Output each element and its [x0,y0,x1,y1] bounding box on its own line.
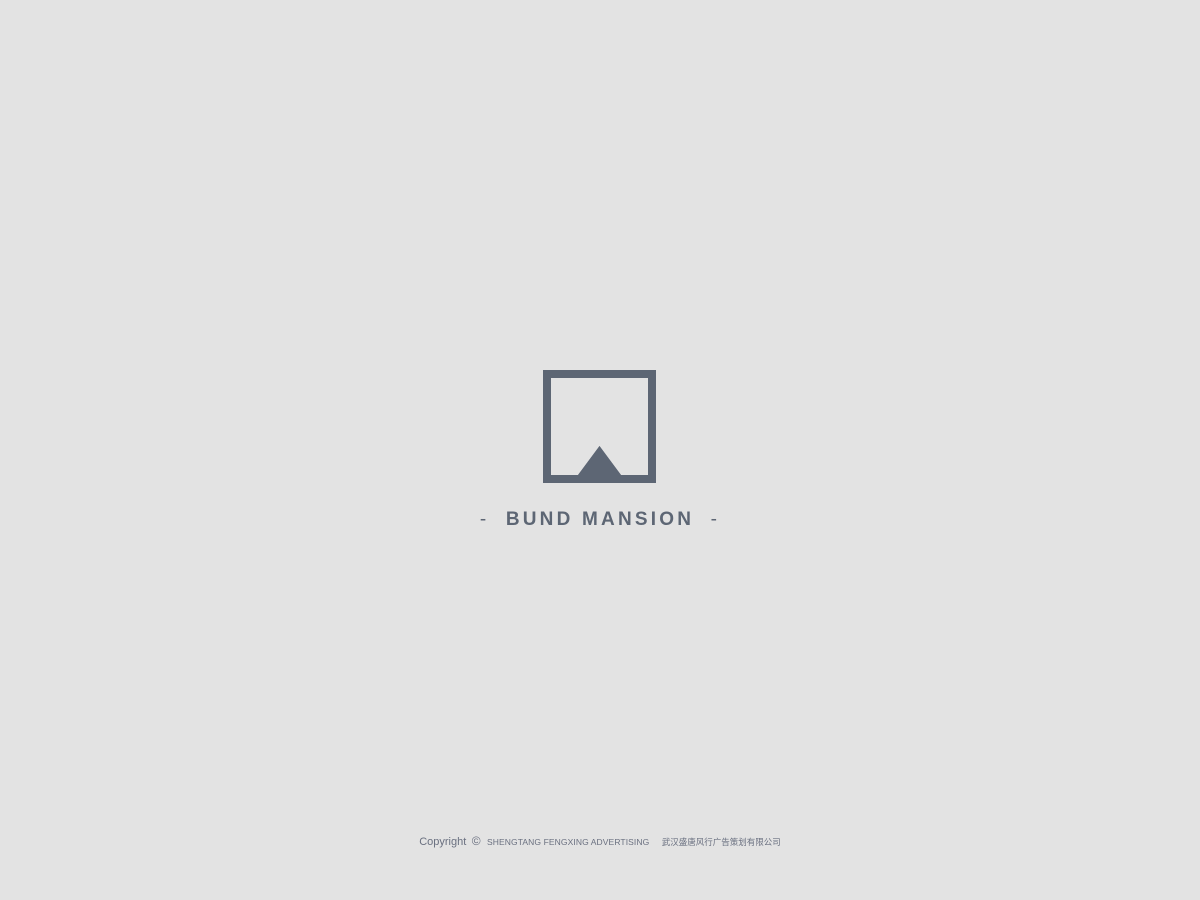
dash-right: - [710,509,721,530]
copyright-icon: © [471,834,481,848]
company-name-chinese: 武汉盛唐风行广告策划有限公司 [661,838,781,848]
copyright-label: Copyright [419,836,467,848]
brand-title: BUND MANSION [505,509,695,530]
dash-left: - [479,509,490,530]
footer: Copyright © SHENGTANG FENGXING ADVERTISI… [0,833,1200,851]
company-name-english: SHENGTANG FENGXING ADVERTISING [487,837,650,847]
square-frame-peak-icon [543,370,656,483]
brand-name: - BUND MANSION - [0,508,1200,532]
logo-mark [543,370,656,483]
